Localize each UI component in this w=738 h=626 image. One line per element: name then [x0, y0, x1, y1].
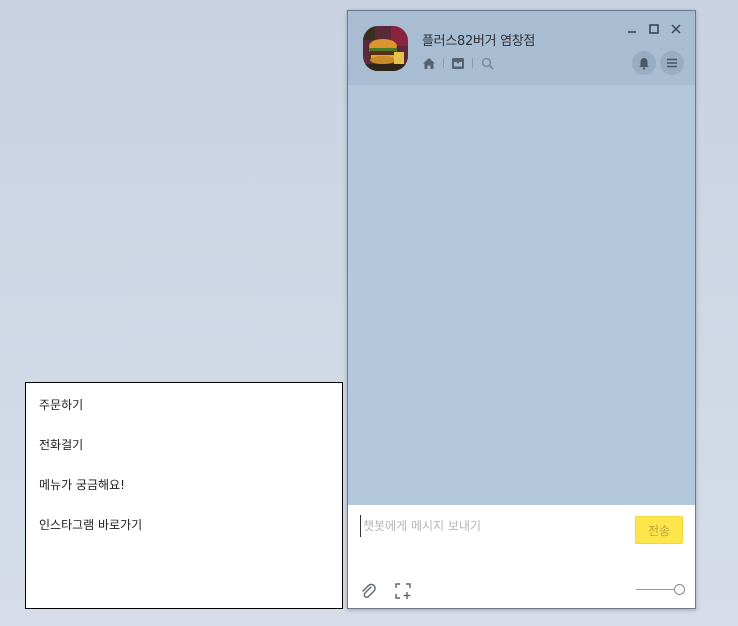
- chatbot-menu-panel: 주문하기 전화걸기 메뉴가 궁금해요! 인스타그램 바로가기: [25, 382, 343, 609]
- message-input[interactable]: [360, 515, 615, 537]
- search-icon[interactable]: [479, 55, 495, 71]
- header-icon-bar: [421, 55, 495, 71]
- menu-item-call[interactable]: 전화걸기: [39, 436, 83, 453]
- bell-icon[interactable]: [632, 51, 656, 75]
- chat-window: 플러스82버거 염창점 챗봇에게 메시지 보내기 전송: [347, 10, 696, 609]
- menu-item-instagram[interactable]: 인스타그램 바로가기: [39, 516, 142, 533]
- send-button[interactable]: 전송: [635, 516, 683, 544]
- chatroom-avatar[interactable]: [363, 26, 408, 71]
- input-area: 전송: [348, 505, 695, 608]
- slider-handle[interactable]: [674, 584, 685, 595]
- menu-item-menu-info[interactable]: 메뉴가 궁금해요!: [39, 476, 125, 493]
- divider: [472, 58, 473, 68]
- window-controls: [625, 22, 683, 36]
- inbox-icon[interactable]: [450, 55, 466, 71]
- message-area[interactable]: [348, 85, 695, 505]
- menu-item-order[interactable]: 주문하기: [39, 396, 83, 413]
- capture-icon[interactable]: [393, 581, 413, 601]
- close-icon[interactable]: [669, 22, 683, 36]
- maximize-icon[interactable]: [647, 22, 661, 36]
- slider-track: [636, 589, 678, 590]
- attach-icon[interactable]: [358, 581, 378, 601]
- transparency-slider[interactable]: [636, 582, 686, 596]
- home-icon[interactable]: [421, 55, 437, 71]
- chat-header: 플러스82버거 염창점: [348, 11, 695, 85]
- minimize-icon[interactable]: [625, 22, 639, 36]
- chatroom-title: 플러스82버거 염창점: [422, 34, 536, 49]
- divider: [443, 58, 444, 68]
- menu-icon[interactable]: [660, 51, 684, 75]
